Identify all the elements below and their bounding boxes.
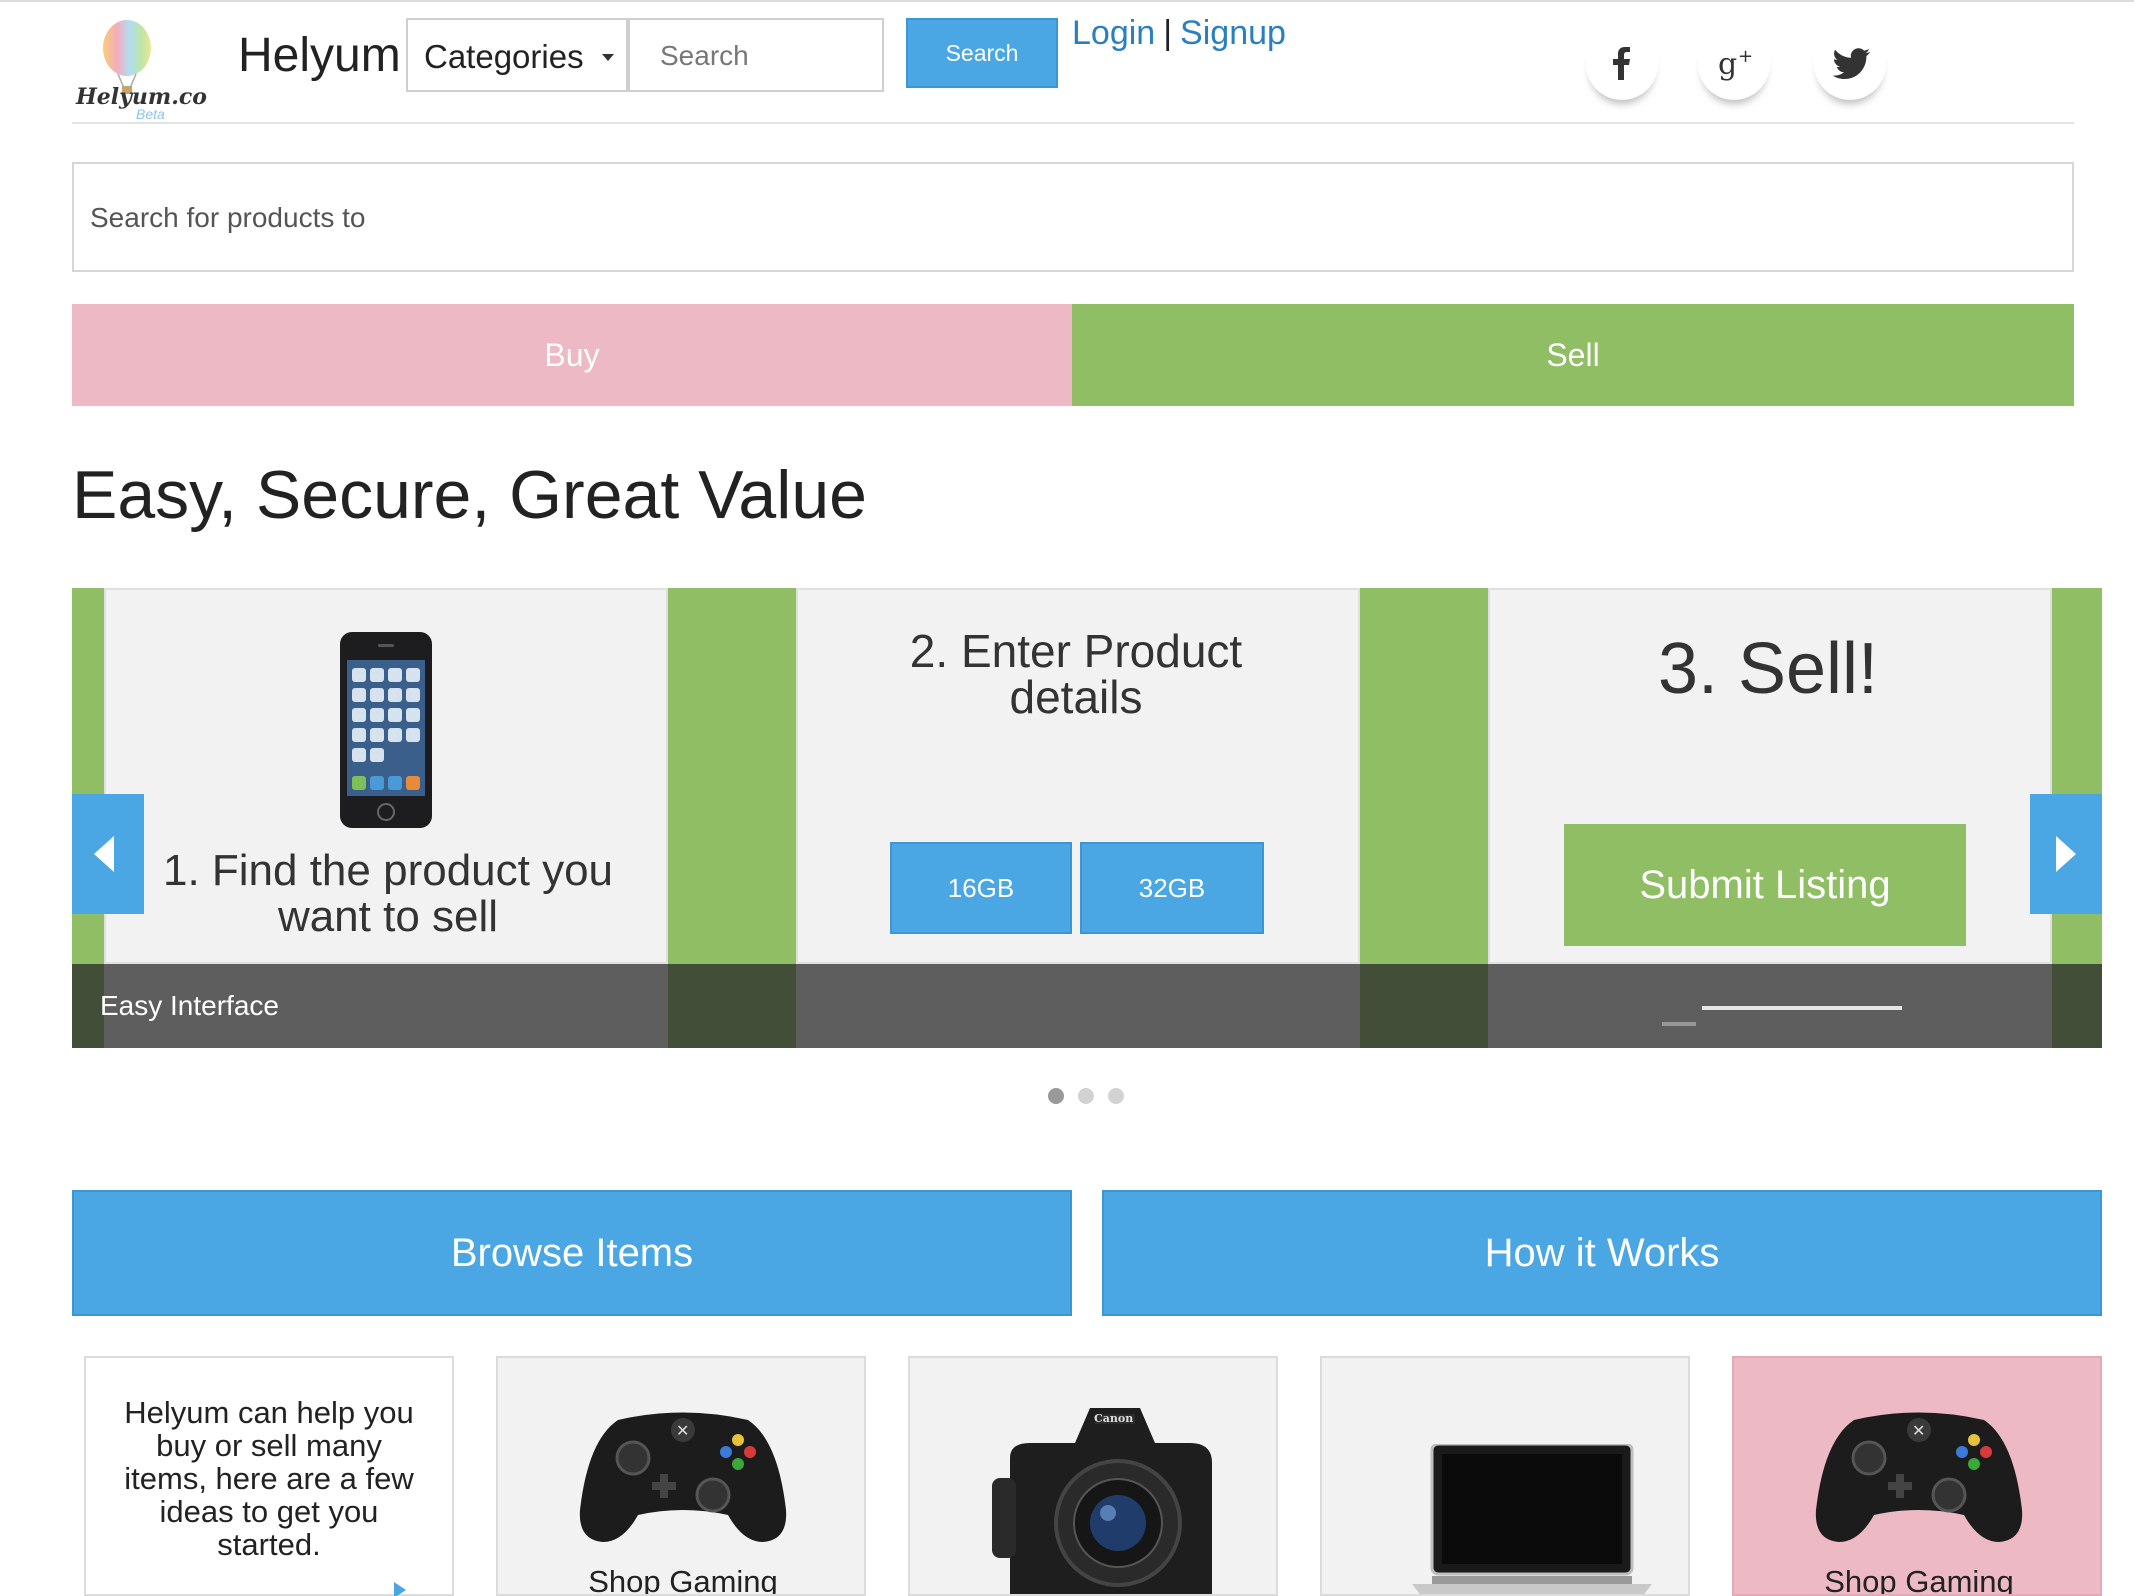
svg-text:✕: ✕ bbox=[676, 1421, 689, 1440]
step-3-text: 3. Sell! bbox=[1657, 629, 1879, 709]
step-2-text: 2. Enter Product details bbox=[909, 625, 1243, 723]
camera-icon: Canon bbox=[992, 1408, 1212, 1594]
game-controller-icon: ✕ bbox=[579, 1412, 787, 1542]
auth-separator: | bbox=[1163, 14, 1173, 52]
caret-down-icon bbox=[602, 54, 614, 61]
tab-buy[interactable]: Buy bbox=[72, 304, 1072, 406]
svg-text:+: + bbox=[1738, 46, 1753, 67]
game-controller-icon: ✕ bbox=[1815, 1412, 2023, 1542]
card-camera[interactable]: Canon bbox=[908, 1356, 1278, 1596]
phone-image bbox=[338, 630, 434, 830]
product-search-input[interactable]: Search for products to bbox=[72, 162, 2074, 272]
play-icon[interactable] bbox=[394, 1582, 406, 1596]
twitter-icon bbox=[1832, 48, 1871, 79]
google-plus-icon: g + bbox=[1718, 46, 1753, 82]
page-headline: Easy, Secure, Great Value bbox=[72, 457, 867, 533]
how-it-works-button[interactable]: How it Works bbox=[1102, 1190, 2102, 1316]
carousel-dot-1[interactable] bbox=[1048, 1088, 1064, 1104]
progress-line bbox=[1702, 1006, 1902, 1010]
card-label: Shop Gaming bbox=[1824, 1564, 2014, 1596]
search-button[interactable]: Search bbox=[906, 18, 1058, 88]
carousel-dot-2[interactable] bbox=[1078, 1088, 1094, 1104]
intro-text: Helyum can help you buy or sell many ite… bbox=[124, 1395, 414, 1562]
step-1-text: 1. Find the product you want to sell bbox=[162, 846, 614, 941]
twitter-button[interactable] bbox=[1814, 28, 1886, 100]
categories-dropdown[interactable]: Categories bbox=[406, 18, 628, 92]
submit-listing-button[interactable]: Submit Listing bbox=[1564, 824, 1966, 946]
brand-name[interactable]: Helyum bbox=[238, 28, 401, 83]
carousel-next-button[interactable] bbox=[2030, 794, 2102, 914]
carousel-prev-button[interactable] bbox=[72, 794, 144, 914]
tab-sell[interactable]: Sell bbox=[1072, 304, 2074, 406]
option-16gb-button[interactable]: 16GB bbox=[890, 842, 1072, 934]
facebook-button[interactable] bbox=[1586, 28, 1658, 100]
browse-items-button[interactable]: Browse Items bbox=[72, 1190, 1072, 1316]
card-gaming[interactable]: ✕ Shop Gaming bbox=[496, 1356, 866, 1596]
card-laptop[interactable] bbox=[1320, 1356, 1690, 1596]
progress-marker bbox=[1662, 1022, 1696, 1026]
top-border bbox=[0, 0, 2134, 2]
google-plus-button[interactable]: g + bbox=[1698, 28, 1770, 100]
card-label: Shop Gaming bbox=[588, 1564, 778, 1596]
carousel-dot-3[interactable] bbox=[1108, 1088, 1124, 1104]
card-gaming-pink[interactable]: ✕ Shop Gaming bbox=[1732, 1356, 2102, 1596]
logo[interactable]: Helyum.co Beta bbox=[72, 14, 207, 124]
smartphone-icon bbox=[340, 632, 432, 828]
header-divider bbox=[72, 122, 2074, 124]
svg-text:Canon: Canon bbox=[1094, 1412, 1133, 1425]
carousel-caption: Easy Interface bbox=[100, 990, 279, 1021]
login-link[interactable]: Login bbox=[1072, 14, 1155, 52]
signup-link[interactable]: Signup bbox=[1180, 14, 1286, 52]
chevron-right-icon bbox=[2056, 836, 2076, 872]
option-32gb-button[interactable]: 32GB bbox=[1080, 842, 1264, 934]
svg-text:✕: ✕ bbox=[1912, 1421, 1925, 1440]
beta-badge: Beta bbox=[136, 106, 165, 122]
facebook-icon bbox=[1613, 47, 1630, 80]
categories-label: Categories bbox=[424, 38, 584, 75]
laptop-icon bbox=[1412, 1444, 1652, 1594]
header-search-input[interactable]: Search bbox=[628, 18, 884, 92]
chevron-left-icon bbox=[94, 836, 114, 872]
svg-text:g: g bbox=[1718, 47, 1737, 82]
auth-links: Login | Signup bbox=[1072, 14, 1286, 53]
